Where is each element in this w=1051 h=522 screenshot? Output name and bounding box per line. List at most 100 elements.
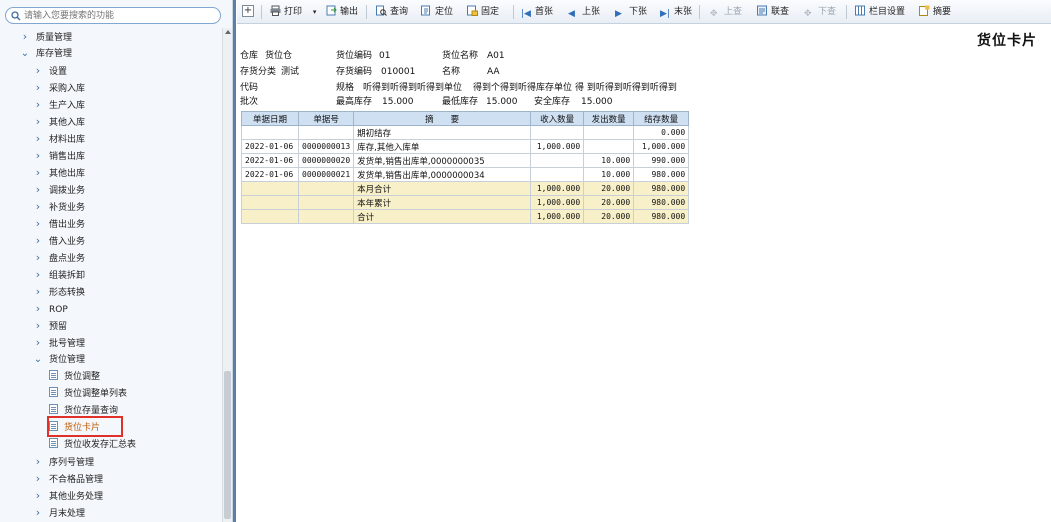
date-cell: 2022-01-06 (241, 139, 299, 154)
nav-item[interactable]: 货位收发存汇总表 (49, 437, 136, 453)
nav-item-label: 借入业务 (49, 237, 86, 247)
sidebar-scrollbar[interactable] (222, 28, 232, 522)
table-row[interactable]: 2022-01-06 0000000021 发货单,销售出库单,0000000034… (241, 167, 690, 182)
column-settings-button[interactable]: 栏目设置 (855, 4, 905, 20)
pane-splitter[interactable] (233, 0, 236, 522)
chevron-right-icon[interactable]: › (20, 29, 30, 45)
fix-button[interactable]: 固定 (467, 4, 499, 20)
table-row[interactable]: 2022-01-06 0000000013 库存,其他入库单 1,000.000 1,0… (241, 139, 690, 154)
prev-button[interactable]: ◀ 上张 (568, 4, 600, 20)
chevron-right-icon[interactable]: › (33, 335, 43, 351)
chevron-right-icon[interactable]: › (33, 131, 43, 147)
column-header-summary[interactable]: 摘 要 (353, 111, 532, 126)
add-tab-button[interactable]: + (242, 5, 254, 17)
chevron-down-icon[interactable]: ▾ (313, 8, 317, 16)
chevron-right-icon[interactable]: › (33, 505, 43, 521)
nav-item[interactable]: › 预留 (33, 318, 67, 334)
query-icon (376, 5, 387, 16)
up-query-button[interactable]: ✥ 上查 (710, 4, 742, 20)
chevron-right-icon[interactable]: › (33, 267, 43, 283)
nav-item[interactable]: › 月末处理 (33, 505, 85, 521)
chevron-right-icon[interactable]: › (33, 250, 43, 266)
nav-item[interactable]: › 形态转换 (33, 284, 85, 300)
date-cell (241, 181, 299, 196)
print-button[interactable]: 打印 ▾ (270, 4, 316, 20)
nav-item[interactable]: › 采购入库 (33, 80, 85, 96)
chevron-right-icon[interactable]: › (33, 182, 43, 198)
chevron-right-icon[interactable]: › (33, 233, 43, 249)
total-row[interactable]: 合计 1,000.000 20.000 980.000 (241, 209, 690, 224)
chevron-right-icon[interactable]: › (33, 471, 43, 487)
balance-cell: 0.000 (633, 125, 690, 140)
total-row[interactable]: 本月合计 1,000.000 20.000 980.000 (241, 181, 690, 196)
down-query-button[interactable]: ✥ 下查 (804, 4, 836, 20)
summary-cell: 期初结存 (353, 125, 532, 140)
nav-item[interactable]: › 其他入库 (33, 114, 85, 130)
fix-label: 固定 (481, 7, 500, 17)
nav-item[interactable]: › 销售出库 (33, 148, 85, 164)
locate-button[interactable]: 定位 (421, 4, 453, 20)
column-header-doc-no[interactable]: 单据号 (297, 111, 355, 126)
nav-item-label: 序列号管理 (49, 458, 95, 468)
nav-item[interactable]: › 借出业务 (33, 216, 85, 232)
nav-item[interactable]: 货位调整 (49, 369, 100, 385)
balance-cell: 1,000.000 (633, 139, 690, 154)
nav-item[interactable]: › 批号管理 (33, 335, 85, 351)
nav-item[interactable]: › 其他业务处理 (33, 488, 103, 504)
column-header-in-qty[interactable]: 收入数量 (530, 111, 585, 126)
last-button[interactable]: ▶| 末张 (660, 4, 692, 20)
scrollbar-thumb[interactable] (224, 371, 231, 519)
chevron-right-icon[interactable]: › (33, 454, 43, 470)
nav-item[interactable]: 货位调整单列表 (49, 386, 127, 402)
link-query-button[interactable]: 联查 (757, 4, 789, 20)
table-row[interactable]: 2022-01-06 0000000020 发货单,销售出库单,0000000035… (241, 153, 690, 168)
chevron-right-icon[interactable]: › (33, 284, 43, 300)
nav-item[interactable]: ⌄ 库存管理 (20, 46, 72, 62)
chevron-right-icon[interactable]: › (33, 318, 43, 334)
inv-code-value: 010001 (381, 67, 416, 77)
nav-item[interactable]: › 生产入库 (33, 97, 85, 113)
first-button[interactable]: |◀ 首张 (521, 4, 553, 20)
next-button[interactable]: ▶ 下张 (615, 4, 647, 20)
nav-item[interactable]: › 质量管理 (20, 29, 72, 45)
nav-item[interactable]: › 不合格品管理 (33, 471, 103, 487)
summary-cell: 本年累计 (353, 195, 532, 210)
total-row[interactable]: 本年累计 1,000.000 20.000 980.000 (241, 195, 690, 210)
column-header-out-qty[interactable]: 发出数量 (583, 111, 635, 126)
nav-item[interactable]: › ROP (33, 301, 68, 317)
in-qty-cell: 1,000.000 (530, 195, 585, 210)
nav-item[interactable]: › 材料出库 (33, 131, 85, 147)
nav-item[interactable]: › 其他出库 (33, 165, 85, 181)
chevron-right-icon[interactable]: › (33, 488, 43, 504)
search-input[interactable] (24, 9, 214, 22)
nav-item[interactable]: › 补货业务 (33, 199, 85, 215)
export-button[interactable]: 输出 (326, 4, 358, 20)
nav-item[interactable]: › 序列号管理 (33, 454, 94, 470)
chevron-right-icon[interactable]: › (33, 63, 43, 79)
search-box[interactable] (5, 7, 221, 24)
spec-extra2: 得 到听得到听得到听得到 (575, 83, 677, 93)
column-header-balance[interactable]: 结存数量 (633, 111, 690, 126)
chevron-right-icon[interactable]: › (33, 301, 43, 317)
chevron-right-icon[interactable]: › (33, 165, 43, 181)
scroll-up-icon[interactable] (225, 30, 231, 34)
chevron-right-icon[interactable]: › (33, 97, 43, 113)
summary-button[interactable]: 摘要 (919, 4, 951, 20)
nav-item-label: 补货业务 (49, 203, 86, 213)
chevron-right-icon[interactable]: › (33, 216, 43, 232)
chevron-right-icon[interactable]: › (33, 114, 43, 130)
nav-item[interactable]: › 设置 (33, 63, 67, 79)
query-button[interactable]: 查询 (376, 4, 408, 20)
chevron-down-icon[interactable]: ⌄ (20, 46, 30, 62)
chevron-right-icon[interactable]: › (33, 148, 43, 164)
nav-item[interactable]: › 盘点业务 (33, 250, 85, 266)
table-row[interactable]: 期初结存 0.000 (241, 125, 690, 140)
chevron-right-icon[interactable]: › (33, 80, 43, 96)
nav-item[interactable]: › 借入业务 (33, 233, 85, 249)
column-header-date[interactable]: 单据日期 (241, 111, 299, 126)
nav-item[interactable]: ⌄ 货位管理 (33, 352, 85, 368)
chevron-down-icon[interactable]: ⌄ (33, 352, 43, 368)
chevron-right-icon[interactable]: › (33, 199, 43, 215)
nav-item[interactable]: › 组装拆卸 (33, 267, 85, 283)
nav-item[interactable]: › 调拨业务 (33, 182, 85, 198)
